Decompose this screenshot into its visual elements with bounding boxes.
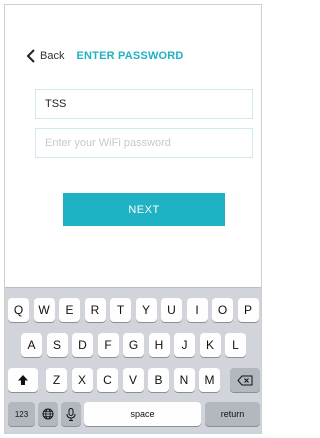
key-x[interactable]: X — [71, 368, 93, 392]
key-f[interactable]: F — [97, 333, 119, 357]
backspace-icon — [237, 375, 253, 385]
key-k[interactable]: K — [199, 333, 221, 357]
key-d[interactable]: D — [72, 333, 93, 357]
key-z[interactable]: Z — [46, 368, 67, 392]
key-c[interactable]: C — [97, 368, 118, 392]
key-j[interactable]: J — [174, 333, 195, 357]
microphone-icon — [66, 407, 76, 421]
shift-icon — [18, 375, 28, 385]
globe-icon — [42, 408, 54, 420]
app-screen: Back ENTER PASSWORD NEXT Q W E R T Y U I… — [4, 4, 262, 434]
key-b[interactable]: B — [148, 368, 169, 392]
space-key[interactable]: space — [84, 402, 201, 426]
page-title: ENTER PASSWORD — [76, 50, 184, 62]
next-button[interactable]: NEXT — [63, 193, 225, 226]
header: Back ENTER PASSWORD — [25, 49, 184, 63]
key-q[interactable]: Q — [8, 298, 29, 322]
network-name-field[interactable] — [35, 89, 253, 119]
backspace-key[interactable] — [230, 368, 260, 392]
key-l[interactable]: L — [225, 333, 246, 357]
on-screen-keyboard: Q W E R T Y U I O P A S D F G H J K L Z … — [5, 287, 261, 433]
return-key[interactable]: return — [205, 402, 260, 426]
key-i[interactable]: I — [186, 298, 208, 322]
key-w[interactable]: W — [33, 298, 55, 322]
keyboard-row-3: Z X C V B N M — [5, 368, 261, 392]
key-a[interactable]: A — [21, 333, 42, 357]
keyboard-row-4: 123 space return — [5, 402, 261, 426]
key-p[interactable]: P — [237, 298, 259, 322]
key-o[interactable]: O — [212, 298, 233, 322]
key-r[interactable]: R — [84, 298, 106, 322]
chevron-left-icon — [26, 49, 35, 63]
key-h[interactable]: H — [148, 333, 170, 357]
key-y[interactable]: Y — [135, 298, 157, 322]
key-e[interactable]: E — [59, 298, 80, 322]
back-button[interactable]: Back — [25, 49, 64, 63]
key-n[interactable]: N — [173, 368, 195, 392]
wifi-password-field[interactable] — [35, 128, 253, 158]
key-v[interactable]: V — [122, 368, 144, 392]
globe-key[interactable] — [38, 402, 58, 426]
back-label: Back — [40, 50, 65, 62]
keyboard-row-2: A S D F G H J K L — [5, 333, 261, 357]
key-g[interactable]: G — [123, 333, 144, 357]
key-s[interactable]: S — [46, 333, 68, 357]
shift-key[interactable] — [8, 368, 38, 392]
microphone-key[interactable] — [61, 402, 81, 426]
keyboard-row-1: Q W E R T Y U I O P — [5, 298, 261, 322]
key-m[interactable]: M — [199, 368, 220, 392]
key-t[interactable]: T — [110, 298, 131, 322]
key-u[interactable]: U — [161, 298, 182, 322]
numbers-key[interactable]: 123 — [8, 402, 35, 426]
